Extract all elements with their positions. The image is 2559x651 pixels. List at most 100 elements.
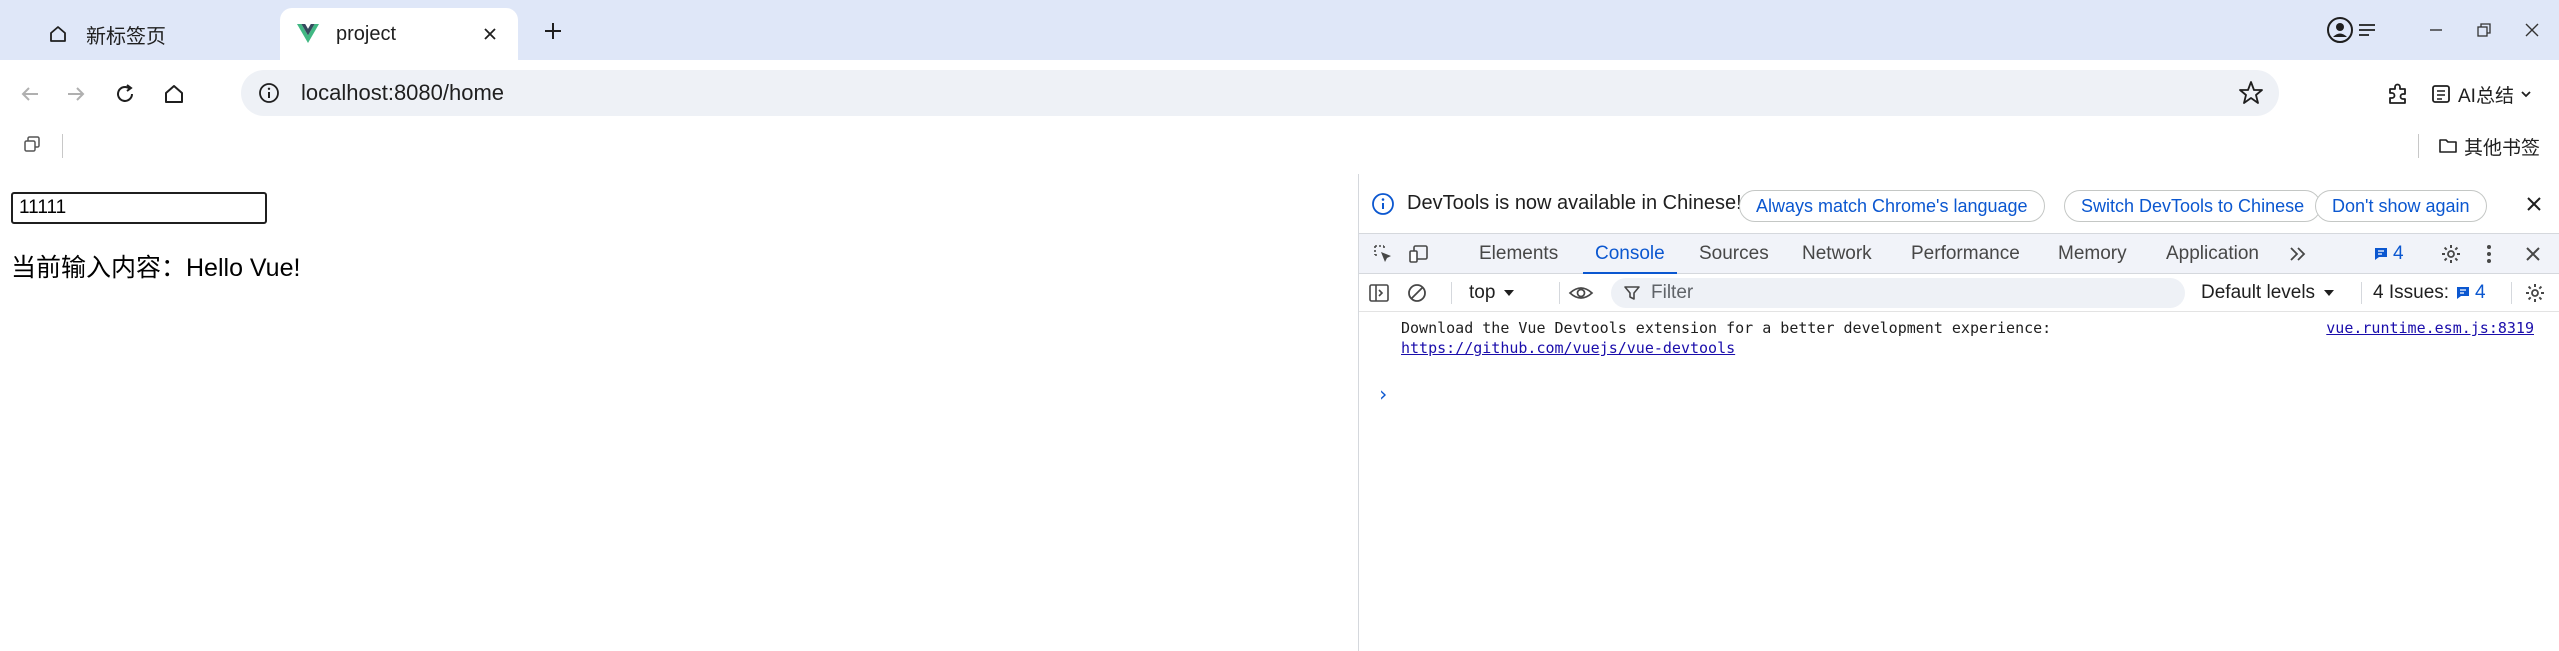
close-banner-icon[interactable] bbox=[2520, 190, 2548, 218]
console-toolbar: top Filter Default levels 4 Issues: 4 bbox=[1359, 274, 2559, 312]
devtools-panel: DevTools is now available in Chinese! Al… bbox=[1358, 174, 2559, 651]
bookmarks-divider bbox=[2418, 134, 2419, 158]
profile-button[interactable] bbox=[2326, 12, 2382, 48]
tab-memory[interactable]: Memory bbox=[2058, 234, 2127, 274]
switch-to-chinese-button[interactable]: Switch DevTools to Chinese bbox=[2064, 190, 2322, 222]
home-icon bbox=[44, 20, 72, 48]
site-info-icon[interactable] bbox=[255, 79, 283, 107]
console-message: Download the Vue Devtools extension for … bbox=[1359, 312, 2559, 358]
issues-count: 4 bbox=[2475, 282, 2486, 303]
console-message-text: Download the Vue Devtools extension for … bbox=[1401, 319, 2052, 337]
tab-sources[interactable]: Sources bbox=[1699, 234, 1769, 274]
chevron-down-icon bbox=[2521, 91, 2531, 98]
new-tab-button[interactable] bbox=[536, 14, 570, 48]
close-tab-icon[interactable] bbox=[476, 20, 504, 48]
page-viewport: 当前输入内容：Hello Vue! bbox=[0, 174, 1358, 651]
profile-icon bbox=[2327, 17, 2353, 43]
levels-label: Default levels bbox=[2201, 282, 2316, 303]
minimize-button[interactable] bbox=[2416, 12, 2456, 48]
live-expression-eye-icon[interactable] bbox=[1567, 279, 1595, 307]
toolbar-divider bbox=[1559, 282, 1560, 304]
inspect-element-icon[interactable] bbox=[1369, 240, 1397, 268]
console-settings-gear-icon[interactable] bbox=[2521, 279, 2549, 307]
folder-icon bbox=[2439, 139, 2457, 153]
restore-icon bbox=[2477, 23, 2491, 37]
device-toolbar-icon[interactable] bbox=[1405, 240, 1433, 268]
forward-button[interactable] bbox=[56, 74, 96, 114]
toolbar-divider bbox=[2511, 282, 2512, 304]
tab-title: project bbox=[336, 22, 397, 45]
home-icon bbox=[165, 85, 183, 103]
toolbar-divider bbox=[1451, 282, 1452, 304]
context-selector[interactable]: top bbox=[1469, 279, 1515, 307]
tab-performance[interactable]: Performance bbox=[1911, 234, 2020, 274]
bookmark-star-icon[interactable] bbox=[2237, 79, 2265, 107]
dropdown-triangle-icon bbox=[1504, 290, 1515, 296]
minimize-icon bbox=[2430, 29, 2442, 31]
log-levels-dropdown[interactable]: Default levels bbox=[2201, 279, 2335, 307]
back-button[interactable] bbox=[10, 74, 50, 114]
tab-groups-icon[interactable] bbox=[22, 134, 46, 158]
text-input[interactable] bbox=[11, 192, 267, 224]
context-value: top bbox=[1469, 282, 1496, 303]
close-icon bbox=[2525, 23, 2539, 37]
match-language-button[interactable]: Always match Chrome's language bbox=[1739, 190, 2045, 222]
messages-badge[interactable]: 4 bbox=[2373, 240, 2404, 268]
console-prompt-icon[interactable]: › bbox=[1377, 382, 1393, 406]
more-tabs-icon[interactable] bbox=[2284, 240, 2312, 268]
close-devtools-icon[interactable] bbox=[2519, 240, 2547, 268]
toolbar-divider bbox=[2361, 282, 2362, 304]
url-text[interactable]: localhost:8080/home bbox=[301, 80, 504, 106]
restore-button[interactable] bbox=[2464, 12, 2504, 48]
reload-button[interactable] bbox=[105, 74, 145, 114]
close-window-button[interactable] bbox=[2512, 12, 2552, 48]
message-icon bbox=[2375, 248, 2387, 260]
tab-console[interactable]: Console bbox=[1583, 234, 1677, 275]
console-message-body: Download the Vue Devtools extension for … bbox=[1401, 318, 2051, 358]
tab-new-tab[interactable]: 新标签页 bbox=[30, 8, 270, 60]
ai-summary-icon bbox=[2432, 85, 2450, 103]
settings-gear-icon[interactable] bbox=[2437, 240, 2465, 268]
output-text: 当前输入内容：Hello Vue! bbox=[11, 254, 301, 282]
dont-show-again-button[interactable]: Don't show again bbox=[2315, 190, 2487, 222]
ai-summary-button[interactable]: AI总结 bbox=[2430, 74, 2532, 114]
clear-console-icon[interactable] bbox=[1403, 279, 1431, 307]
banner-text: DevTools is now available in Chinese! bbox=[1407, 192, 1742, 214]
dropdown-triangle-icon bbox=[2324, 290, 2335, 296]
issues-button[interactable]: 4 Issues: 4 bbox=[2373, 279, 2486, 307]
vue-logo-icon bbox=[294, 20, 322, 48]
filter-placeholder: Filter bbox=[1651, 282, 1694, 303]
tab-title: 新标签页 bbox=[86, 25, 166, 48]
tab-strip: 新标签页 project bbox=[0, 0, 2559, 60]
console-source-link[interactable]: vue.runtime.esm.js:8319 bbox=[2326, 318, 2534, 338]
reload-icon bbox=[117, 84, 133, 102]
issues-label: 4 Issues: bbox=[2373, 282, 2450, 303]
other-bookmarks-folder[interactable]: 其他书签 bbox=[2438, 132, 2540, 160]
other-bookmarks-label: 其他书签 bbox=[2464, 137, 2541, 159]
puzzle-icon bbox=[2389, 83, 2406, 104]
devtools-tab-bar: Elements Console Sources Network Perform… bbox=[1359, 234, 2559, 275]
menu-lines-icon bbox=[2359, 24, 2375, 36]
ai-summary-label: AI总结 bbox=[2458, 85, 2514, 107]
info-icon bbox=[1369, 190, 1397, 218]
console-filter-input[interactable]: Filter bbox=[1611, 278, 2185, 308]
tab-project[interactable]: project bbox=[280, 8, 518, 60]
address-bar[interactable]: localhost:8080/home bbox=[241, 70, 2279, 116]
forward-arrow-icon bbox=[68, 87, 85, 101]
tab-elements[interactable]: Elements bbox=[1479, 234, 1558, 274]
more-options-icon[interactable] bbox=[2475, 240, 2503, 268]
filter-funnel-icon bbox=[1623, 283, 1643, 303]
extensions-button[interactable] bbox=[2378, 74, 2418, 114]
language-banner: DevTools is now available in Chinese! Al… bbox=[1359, 174, 2559, 234]
home-button[interactable] bbox=[154, 74, 194, 114]
bookmarks-divider bbox=[62, 134, 63, 158]
issues-count-badge: 4 bbox=[2455, 282, 2486, 304]
sidebar-toggle-icon[interactable] bbox=[1365, 279, 1393, 307]
tab-application[interactable]: Application bbox=[2166, 234, 2259, 274]
message-count: 4 bbox=[2393, 243, 2404, 264]
console-message-link[interactable]: https://github.com/vuejs/vue-devtools bbox=[1401, 338, 2051, 358]
message-icon bbox=[2457, 287, 2470, 299]
bookmarks-bar: 其他书签 bbox=[0, 126, 2559, 166]
browser-toolbar: localhost:8080/home AI总结 bbox=[0, 60, 2559, 126]
tab-network[interactable]: Network bbox=[1802, 234, 1872, 274]
